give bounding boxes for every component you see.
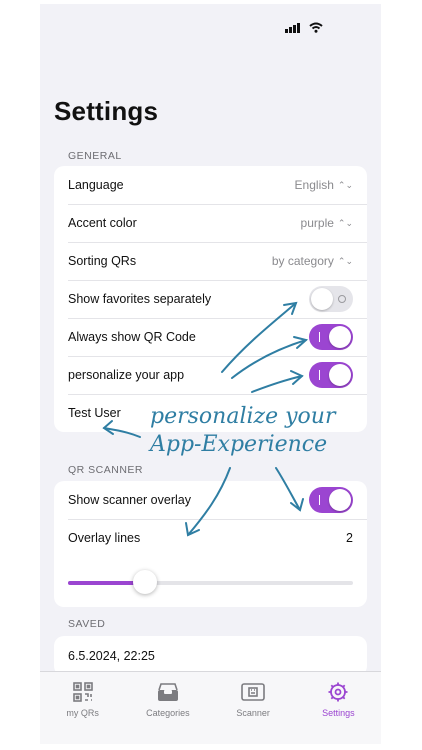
scan-frame-icon (241, 683, 265, 701)
scanner-card: Show scanner overlay Overlay lines 2 (54, 481, 367, 607)
accent-color-row[interactable]: Accent color purple ⌃⌄ (54, 204, 367, 242)
page-title: Settings (54, 96, 159, 126)
tab-categories[interactable]: Categories (125, 672, 210, 744)
scanner-overlay-toggle[interactable] (309, 487, 353, 513)
sorting-label: Sorting QRs (68, 254, 137, 268)
phone-screen: Settings GENERAL Language English ⌃⌄ Acce… (40, 4, 381, 744)
sorting-value: by category (271, 254, 334, 268)
overlay-lines-slider[interactable] (54, 557, 367, 607)
tab-label: my QRs (66, 708, 99, 718)
annotation-line-1: personalize your (150, 404, 336, 429)
personalize-toggle[interactable] (309, 362, 353, 388)
status-bar (285, 22, 323, 33)
always-qr-label: Always show QR Code (68, 330, 196, 344)
saved-card: 6.5.2024, 22:25 (54, 636, 367, 676)
accent-color-label: Accent color (68, 216, 137, 230)
language-value: English (294, 178, 334, 192)
user-name: Test User (68, 406, 121, 420)
overlay-lines-value: 2 (346, 531, 353, 545)
tab-label: Scanner (236, 708, 270, 718)
favorites-row: Show favorites separately (54, 280, 367, 318)
chevron-up-down-icon: ⌃⌄ (337, 217, 353, 228)
sorting-row[interactable]: Sorting QRs by category ⌃⌄ (54, 242, 367, 280)
tray-icon (157, 683, 178, 701)
section-label-general: GENERAL (68, 150, 122, 162)
tab-label: Settings (322, 708, 355, 718)
language-row[interactable]: Language English ⌃⌄ (54, 166, 367, 204)
section-label-saved: SAVED (68, 618, 106, 630)
saved-entry-date: 6.5.2024, 22:25 (68, 649, 155, 663)
personalize-label: personalize your app (68, 368, 185, 382)
overlay-lines-label: Overlay lines (68, 531, 141, 545)
scanner-overlay-row: Show scanner overlay (54, 481, 367, 519)
tab-settings[interactable]: Settings (296, 672, 381, 744)
scanner-overlay-label: Show scanner overlay (68, 493, 191, 507)
always-qr-row: Always show QR Code (54, 318, 367, 356)
favorites-toggle[interactable] (309, 286, 353, 312)
wifi-icon (309, 22, 323, 33)
always-qr-toggle[interactable] (309, 324, 353, 350)
gear-icon (328, 682, 348, 702)
qr-code-icon (72, 682, 93, 702)
language-label: Language (68, 178, 124, 192)
tab-label: Categories (146, 708, 190, 718)
overlay-lines-row: Overlay lines 2 (54, 519, 367, 557)
personalize-row: personalize your app (54, 356, 367, 394)
saved-entry-row[interactable]: 6.5.2024, 22:25 (54, 636, 367, 676)
signal-icon (285, 22, 300, 33)
chevron-up-down-icon: ⌃⌄ (337, 255, 353, 266)
section-label-scanner: QR SCANNER (68, 464, 144, 476)
tab-bar: my QRs Categories Scanner Settings (40, 671, 381, 744)
general-card: Language English ⌃⌄ Accent color purple ⌃⌄… (54, 166, 367, 432)
chevron-up-down-icon: ⌃⌄ (337, 179, 353, 190)
annotation-line-2: App-Experience (150, 432, 328, 457)
tab-my-qrs[interactable]: my QRs (40, 672, 125, 744)
tab-scanner[interactable]: Scanner (211, 672, 296, 744)
accent-color-value: purple (300, 216, 334, 230)
slider-thumb[interactable] (132, 570, 157, 594)
favorites-label: Show favorites separately (68, 292, 212, 306)
